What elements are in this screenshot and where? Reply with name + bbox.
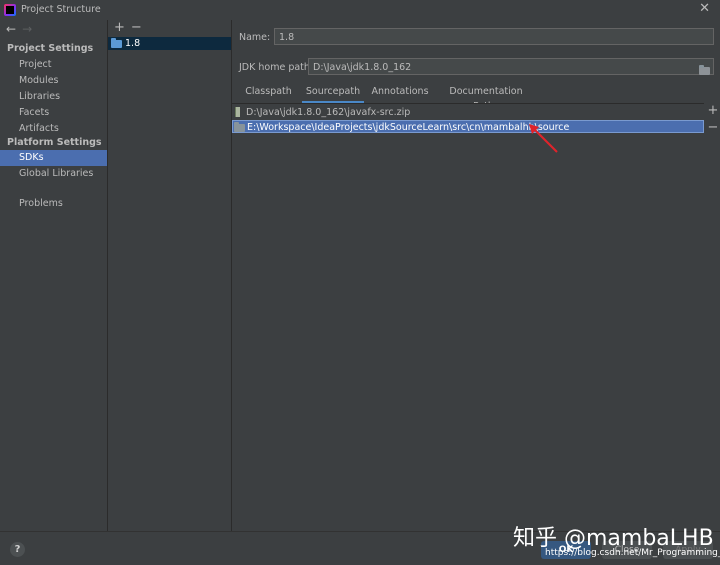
- section-platform-settings: Platform Settings: [7, 137, 102, 148]
- jdk-folder-icon: [111, 37, 122, 48]
- tab-classpath[interactable]: Classpath: [241, 84, 296, 101]
- sdk-toolbar: + −: [114, 20, 148, 35]
- list-item[interactable]: D:\Java\jdk1.8.0_162\javafx-src.zip: [232, 106, 704, 119]
- settings-sidebar: ← → Project Settings Project Modules Libr…: [0, 20, 108, 531]
- remove-path-icon[interactable]: −: [706, 120, 720, 137]
- remove-sdk-icon[interactable]: −: [131, 20, 142, 35]
- forward-arrow-icon[interactable]: →: [22, 22, 32, 36]
- back-arrow-icon[interactable]: ←: [6, 22, 16, 36]
- add-path-icon[interactable]: +: [706, 103, 720, 120]
- zip-archive-icon: [235, 107, 240, 117]
- annotation-arrow-icon: [529, 124, 558, 153]
- csdn-url-watermark: https://blog.csdn.net/Mr_Programming_Liu: [545, 548, 720, 558]
- intellij-app-icon: [4, 4, 16, 16]
- sidebar-item-project[interactable]: Project: [0, 57, 107, 73]
- sdk-item-1-8[interactable]: 1.8: [108, 37, 231, 50]
- sdk-item-label: 1.8: [125, 38, 141, 49]
- sidebar-item-problems[interactable]: Problems: [0, 196, 107, 212]
- tab-annotations[interactable]: Annotations: [370, 84, 430, 101]
- nav-arrows: ← →: [6, 22, 38, 36]
- name-field[interactable]: 1.8: [274, 28, 714, 45]
- jdk-home-path-field[interactable]: D:\Java\jdk1.8.0_162: [308, 58, 714, 75]
- sidebar-item-modules[interactable]: Modules: [0, 73, 107, 89]
- name-label: Name:: [239, 32, 271, 43]
- help-icon[interactable]: ?: [10, 542, 25, 557]
- add-sdk-icon[interactable]: +: [114, 20, 125, 35]
- tab-sourcepath[interactable]: Sourcepath: [302, 84, 364, 103]
- section-project-settings: Project Settings: [7, 43, 94, 54]
- sidebar-item-libraries[interactable]: Libraries: [0, 89, 107, 105]
- title-bar: Project Structure ✕: [0, 0, 720, 21]
- sdk-tabs: Classpath Sourcepath Annotations Documen…: [239, 84, 714, 112]
- path-toolbar: + −: [706, 103, 720, 137]
- sidebar-item-global-libraries[interactable]: Global Libraries: [0, 166, 107, 182]
- window-title: Project Structure: [21, 4, 101, 15]
- sdk-details: Name: 1.8 JDK home path: D:\Java\jdk1.8.…: [232, 20, 720, 532]
- folder-icon: [234, 122, 245, 132]
- sidebar-item-sdks[interactable]: SDKs: [0, 150, 107, 166]
- browse-folder-icon[interactable]: [699, 62, 710, 79]
- sidebar-item-facets[interactable]: Facets: [0, 105, 107, 121]
- path-label: E:\Workspace\IdeaProjects\jdkSourceLearn…: [247, 122, 570, 133]
- close-icon[interactable]: ✕: [699, 1, 710, 16]
- path-label: D:\Java\jdk1.8.0_162\javafx-src.zip: [246, 107, 411, 118]
- jdk-home-path-label: JDK home path:: [239, 62, 314, 73]
- jdk-home-path-value: D:\Java\jdk1.8.0_162: [313, 62, 412, 73]
- sourcepath-list[interactable]: D:\Java\jdk1.8.0_162\javafx-src.zip E:\W…: [232, 103, 704, 532]
- list-item[interactable]: E:\Workspace\IdeaProjects\jdkSourceLearn…: [232, 120, 704, 133]
- tab-documentation-paths[interactable]: Documentation Paths: [436, 84, 536, 112]
- sidebar-item-artifacts[interactable]: Artifacts: [0, 121, 107, 137]
- sdk-panel: + − 1.8: [108, 20, 232, 531]
